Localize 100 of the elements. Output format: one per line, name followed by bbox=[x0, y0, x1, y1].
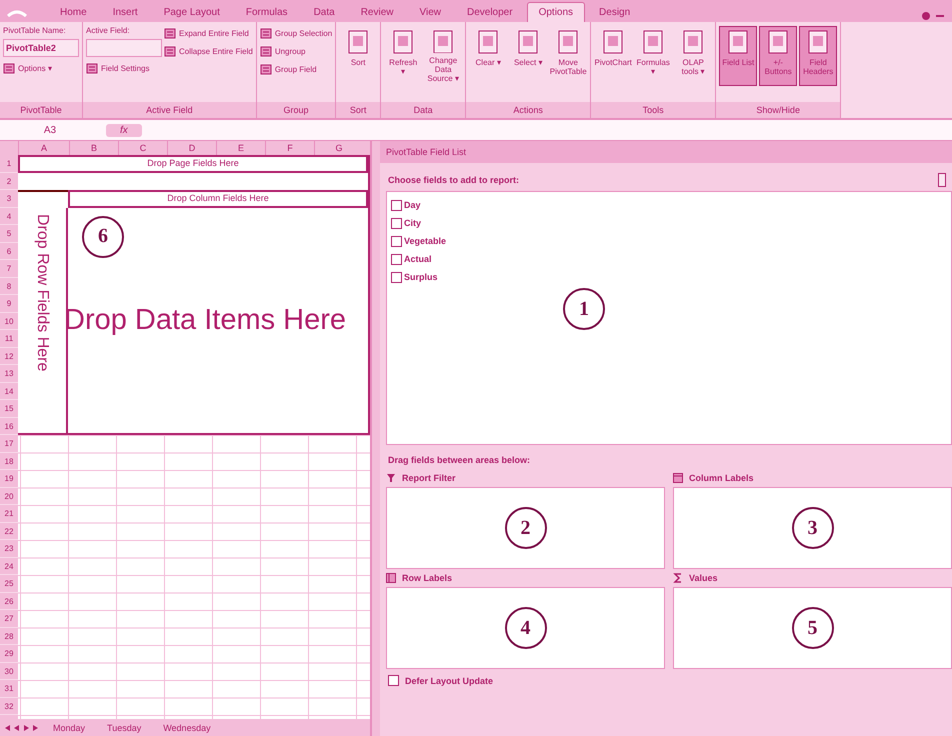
field-name[interactable]: Actual bbox=[404, 254, 432, 264]
row-header[interactable]: 32 bbox=[0, 698, 18, 715]
row-header[interactable]: 28 bbox=[0, 628, 18, 645]
dropdown-icon[interactable] bbox=[938, 173, 946, 187]
ribbon-tab[interactable]: Page Layout bbox=[152, 2, 232, 22]
ribbon-button[interactable]: Move PivotTable bbox=[549, 26, 588, 86]
sheet-tab[interactable]: Wednesday bbox=[154, 721, 220, 735]
checkbox[interactable] bbox=[391, 218, 402, 228]
ribbon-tab[interactable]: Design bbox=[587, 2, 642, 22]
row-header[interactable]: 25 bbox=[0, 575, 18, 592]
ribbon-button[interactable]: Clear ▾ bbox=[469, 26, 508, 86]
checkbox[interactable] bbox=[391, 254, 402, 264]
drop-area[interactable]: 4 bbox=[386, 587, 665, 669]
field-label: Active Field: bbox=[86, 26, 131, 35]
field-name[interactable]: City bbox=[404, 218, 422, 228]
row-header[interactable]: 27 bbox=[0, 610, 18, 628]
ribbon-tab[interactable]: Review bbox=[348, 2, 406, 22]
ribbon-button[interactable]: Formulas ▾ bbox=[634, 26, 672, 86]
ribbon-button[interactable]: Field List bbox=[719, 26, 758, 86]
row-header[interactable]: 10 bbox=[0, 312, 18, 330]
row-header[interactable]: 18 bbox=[0, 452, 18, 470]
row-header[interactable]: 16 bbox=[0, 418, 18, 435]
text-field[interactable] bbox=[86, 39, 162, 57]
drop-area[interactable]: 2 bbox=[386, 487, 665, 569]
row-header[interactable]: 26 bbox=[0, 592, 18, 610]
ribbon-button[interactable]: OLAP tools ▾ bbox=[674, 26, 712, 86]
column-header[interactable]: G bbox=[314, 141, 363, 155]
ribbon-button[interactable]: Select ▾ bbox=[509, 26, 548, 86]
row-header[interactable]: 29 bbox=[0, 645, 18, 662]
grid-icon bbox=[673, 473, 683, 483]
text-field[interactable]: PivotTable2 bbox=[3, 39, 79, 57]
ribbon-button[interactable]: Group Field bbox=[260, 62, 332, 76]
row-header[interactable]: 14 bbox=[0, 382, 18, 400]
checkbox[interactable] bbox=[391, 236, 402, 246]
column-header[interactable]: E bbox=[216, 141, 265, 155]
row-header[interactable]: 19 bbox=[0, 470, 18, 488]
row-header[interactable]: 21 bbox=[0, 505, 18, 522]
name-box[interactable]: A3 bbox=[0, 124, 100, 136]
row-header[interactable]: 22 bbox=[0, 522, 18, 540]
sheet-icon bbox=[260, 63, 272, 75]
cell-grid[interactable] bbox=[18, 435, 370, 719]
drop-area[interactable]: 3 bbox=[673, 487, 952, 569]
sheet-navigation-icon[interactable] bbox=[4, 724, 40, 732]
ribbon-button[interactable]: Group Selection bbox=[260, 26, 332, 40]
checkbox[interactable] bbox=[388, 675, 399, 686]
ribbon-button[interactable]: PivotChart bbox=[594, 26, 632, 86]
sheet-tab[interactable]: Tuesday bbox=[98, 721, 150, 735]
ribbon-tab[interactable]: Options bbox=[526, 2, 586, 22]
checkbox[interactable] bbox=[391, 200, 402, 210]
row-header[interactable]: 13 bbox=[0, 365, 18, 382]
row-header[interactable]: 11 bbox=[0, 330, 18, 348]
ribbon-tab[interactable]: Formulas bbox=[234, 2, 300, 22]
column-header[interactable]: C bbox=[118, 141, 167, 155]
ribbon-button[interactable]: Field Settings bbox=[86, 61, 162, 75]
row-header[interactable]: 6 bbox=[0, 242, 18, 260]
column-header[interactable]: F bbox=[265, 141, 314, 155]
row-header[interactable]: 1 bbox=[0, 155, 18, 172]
row-header[interactable]: 12 bbox=[0, 348, 18, 365]
row-header[interactable]: 7 bbox=[0, 260, 18, 278]
field-name[interactable]: Surplus bbox=[404, 272, 438, 282]
row-header[interactable]: 5 bbox=[0, 225, 18, 242]
row-header[interactable]: 17 bbox=[0, 435, 18, 452]
group-title: Active Field bbox=[83, 102, 256, 118]
ribbon-button[interactable]: Expand Entire Field bbox=[164, 26, 253, 40]
ribbon-button[interactable]: Field Headers bbox=[799, 26, 838, 86]
ribbon-button[interactable]: Sort bbox=[339, 26, 378, 86]
field-name[interactable]: Day bbox=[404, 200, 421, 210]
row-header[interactable]: 3 bbox=[0, 190, 18, 208]
ribbon-button[interactable]: Refresh ▾ bbox=[384, 26, 422, 86]
sheet-tab[interactable]: Monday bbox=[44, 721, 94, 735]
sheet-icon bbox=[641, 29, 666, 55]
checkbox[interactable] bbox=[391, 272, 402, 282]
ribbon-tab[interactable]: Home bbox=[48, 2, 99, 22]
column-header[interactable]: B bbox=[69, 141, 118, 155]
ribbon-button[interactable]: Ungroup bbox=[260, 44, 332, 58]
group-title: PivotTable bbox=[0, 102, 82, 118]
ribbon-button[interactable]: Collapse Entire Field bbox=[164, 44, 253, 58]
row-header[interactable]: 2 bbox=[0, 172, 18, 190]
row-header[interactable]: 20 bbox=[0, 488, 18, 505]
ribbon-tab[interactable]: Data bbox=[302, 2, 347, 22]
drop-area[interactable]: 5 bbox=[673, 587, 952, 669]
ribbon-tab[interactable]: Developer bbox=[454, 2, 525, 22]
row-header[interactable]: 8 bbox=[0, 278, 18, 295]
row-header[interactable]: 23 bbox=[0, 540, 18, 558]
row-header[interactable]: 15 bbox=[0, 400, 18, 418]
ribbon-button[interactable]: Options ▾ bbox=[3, 61, 79, 75]
ribbon-button[interactable]: +/- Buttons bbox=[759, 26, 798, 86]
row-header[interactable]: 9 bbox=[0, 295, 18, 312]
checkbox-label[interactable]: Defer Layout Update bbox=[405, 676, 494, 686]
field-name[interactable]: Vegetable bbox=[404, 236, 446, 246]
row-header[interactable]: 31 bbox=[0, 680, 18, 698]
ribbon-tab[interactable]: View bbox=[407, 2, 453, 22]
function-button[interactable]: fx bbox=[106, 124, 142, 136]
ribbon-tab[interactable]: Insert bbox=[100, 2, 150, 22]
column-header[interactable]: A bbox=[18, 141, 69, 155]
ribbon-button[interactable]: Change Data Source ▾ bbox=[424, 26, 462, 86]
row-header[interactable]: 4 bbox=[0, 208, 18, 225]
row-header[interactable]: 24 bbox=[0, 558, 18, 575]
row-header[interactable]: 30 bbox=[0, 662, 18, 680]
column-header[interactable]: D bbox=[167, 141, 216, 155]
